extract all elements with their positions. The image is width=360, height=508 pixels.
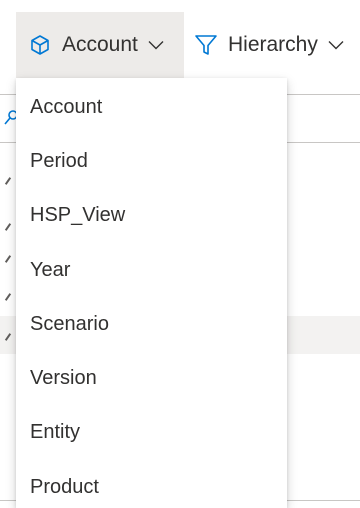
account-dimension-button[interactable]: Account (16, 12, 184, 78)
menu-item-label: HSP_View (30, 204, 126, 227)
menu-item-version[interactable]: Version (16, 351, 287, 405)
menu-item-product[interactable]: Product (16, 460, 287, 508)
hierarchy-button-label: Hierarchy (228, 33, 318, 56)
dimension-menu-list: Account Period HSP_View Year Scenario Ve… (16, 78, 287, 508)
menu-item-entity[interactable]: Entity (16, 406, 287, 460)
menu-item-period[interactable]: Period (16, 134, 287, 188)
menu-item-account[interactable]: Account (16, 80, 287, 134)
menu-item-label: Entity (30, 421, 81, 444)
menu-item-label: Version (30, 367, 97, 390)
menu-item-label: Product (30, 475, 99, 498)
toolbar: Account Hierarchy (0, 12, 360, 78)
menu-item-year[interactable]: Year (16, 243, 287, 297)
hierarchy-filter-button[interactable]: Hierarchy (192, 12, 360, 78)
chevron-down-icon (328, 40, 344, 50)
expand-chevron-icon[interactable] (4, 177, 12, 185)
account-button-label: Account (62, 33, 138, 56)
menu-item-label: Year (30, 258, 71, 281)
menu-item-label: Period (30, 149, 88, 172)
menu-item-scenario[interactable]: Scenario (16, 297, 287, 351)
expand-chevron-icon[interactable] (4, 293, 12, 301)
menu-item-label: Scenario (30, 312, 109, 335)
cube-icon (28, 33, 52, 57)
funnel-icon (194, 33, 218, 57)
chevron-down-icon (148, 40, 164, 50)
menu-item-label: Account (30, 95, 103, 118)
menu-item-hsp-view[interactable]: HSP_View (16, 189, 287, 243)
expand-chevron-icon[interactable] (4, 255, 12, 263)
dimension-dropdown-menu: Account Period HSP_View Year Scenario Ve… (16, 78, 287, 508)
expand-chevron-icon[interactable] (4, 223, 12, 231)
